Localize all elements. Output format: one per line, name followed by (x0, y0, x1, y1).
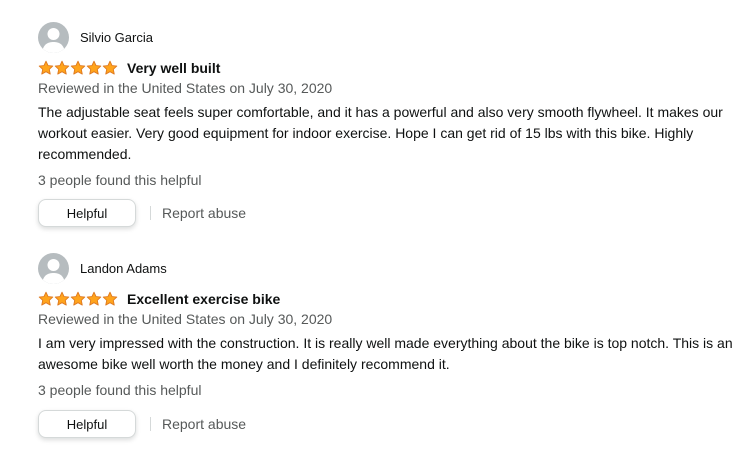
helpful-button[interactable]: Helpful (38, 410, 136, 438)
divider (150, 206, 151, 220)
star-icon (86, 60, 102, 75)
star-icon (70, 291, 86, 306)
user-avatar-icon (38, 22, 69, 53)
reviewer-profile[interactable]: Landon Adams (38, 253, 167, 284)
star-icon (54, 291, 70, 306)
star-icon (102, 291, 118, 306)
user-avatar-icon (38, 253, 69, 284)
star-icon (38, 291, 54, 306)
review-date: Reviewed in the United States on July 30… (38, 80, 333, 96)
review-heading: Very well built (38, 59, 220, 77)
reviews-list: Silvio Garcia Very well built Reviewed i… (0, 0, 750, 457)
review-title[interactable]: Very well built (127, 60, 220, 76)
review-actions: Helpful Report abuse (38, 198, 246, 228)
star-icon (102, 60, 118, 75)
helpful-count: 3 people found this helpful (38, 172, 202, 188)
star-rating[interactable] (38, 60, 118, 76)
review-body: I am very impressed with the constructio… (38, 335, 733, 372)
review-actions: Helpful Report abuse (38, 409, 246, 439)
reviewer-profile[interactable]: Silvio Garcia (38, 22, 153, 53)
divider (150, 417, 151, 431)
star-icon (38, 60, 54, 75)
review-body: The adjustable seat feels super comforta… (38, 104, 723, 162)
star-icon (54, 60, 70, 75)
helpful-count: 3 people found this helpful (38, 382, 202, 398)
review-date: Reviewed in the United States on July 30… (38, 311, 333, 327)
reviewer-name: Landon Adams (80, 261, 167, 276)
report-abuse-link[interactable]: Report abuse (162, 416, 246, 432)
review-heading: Excellent exercise bike (38, 290, 280, 308)
report-abuse-link[interactable]: Report abuse (162, 205, 246, 221)
helpful-button[interactable]: Helpful (38, 199, 136, 227)
star-icon (86, 291, 102, 306)
review-title[interactable]: Excellent exercise bike (127, 291, 280, 307)
star-rating[interactable] (38, 291, 118, 307)
reviewer-name: Silvio Garcia (80, 30, 153, 45)
star-icon (70, 60, 86, 75)
